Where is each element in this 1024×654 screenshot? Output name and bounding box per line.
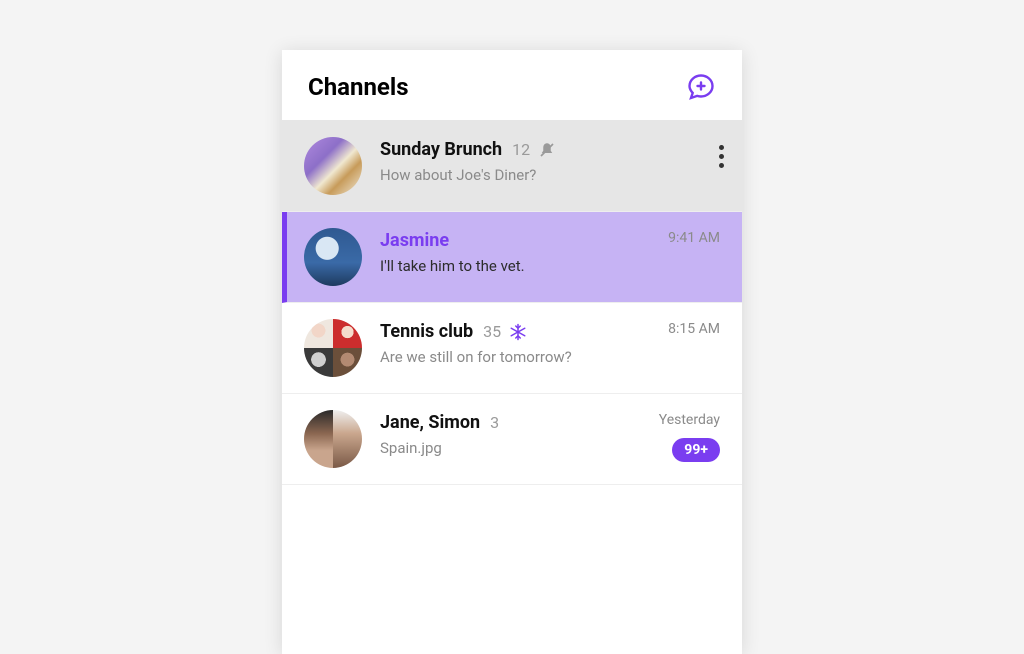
member-count: 3 [490, 413, 499, 432]
page-title: Channels [308, 73, 409, 101]
new-message-icon [687, 73, 715, 101]
channel-name: Sunday Brunch [380, 139, 502, 160]
avatar [304, 137, 362, 195]
member-count: 12 [512, 140, 530, 159]
channel-content: Sunday Brunch 12 How about Joe's Diner? [380, 137, 640, 184]
avatar [304, 410, 362, 468]
frozen-icon [509, 323, 527, 341]
channel-content: Tennis club 35 Are we still on for tomor… [380, 319, 632, 366]
channel-name: Jasmine [380, 230, 449, 251]
row-meta: 8:15 AM [650, 319, 720, 337]
row-meta [658, 137, 728, 174]
message-preview: I'll take him to the vet. [380, 257, 632, 275]
channel-title-line: Sunday Brunch 12 [380, 139, 640, 160]
channel-title-line: Jane, Simon 3 [380, 412, 632, 433]
channel-row[interactable]: Sunday Brunch 12 How about Joe's Diner? [282, 121, 742, 212]
timestamp: 9:41 AM [668, 230, 720, 246]
channel-content: Jane, Simon 3 Spain.jpg [380, 410, 632, 457]
row-meta: 9:41 AM [650, 228, 720, 246]
channel-name: Tennis club [380, 321, 473, 342]
channel-name: Jane, Simon [380, 412, 480, 433]
message-preview: Are we still on for tomorrow? [380, 348, 632, 366]
member-count: 35 [483, 322, 501, 341]
channel-content: Jasmine I'll take him to the vet. [380, 228, 632, 275]
channel-list-panel: Channels Sunday Brunch 12 H [282, 50, 742, 654]
channel-row[interactable]: Jasmine I'll take him to the vet. 9:41 A… [282, 212, 742, 303]
channel-row[interactable]: Tennis club 35 Are we still on for tomor… [282, 303, 742, 394]
channel-row[interactable]: Jane, Simon 3 Spain.jpg Yesterday 99+ [282, 394, 742, 485]
muted-icon [538, 141, 556, 159]
avatar [304, 319, 362, 377]
channel-title-line: Tennis club 35 [380, 321, 632, 342]
message-preview: Spain.jpg [380, 439, 632, 457]
new-message-button[interactable] [686, 72, 716, 102]
more-options-button[interactable] [715, 139, 728, 174]
message-preview: How about Joe's Diner? [380, 166, 640, 184]
unread-badge: 99+ [672, 438, 720, 462]
row-meta: Yesterday 99+ [650, 410, 720, 462]
avatar [304, 228, 362, 286]
timestamp: Yesterday [659, 412, 720, 428]
channel-title-line: Jasmine [380, 230, 632, 251]
timestamp: 8:15 AM [668, 321, 720, 337]
panel-header: Channels [282, 50, 742, 121]
